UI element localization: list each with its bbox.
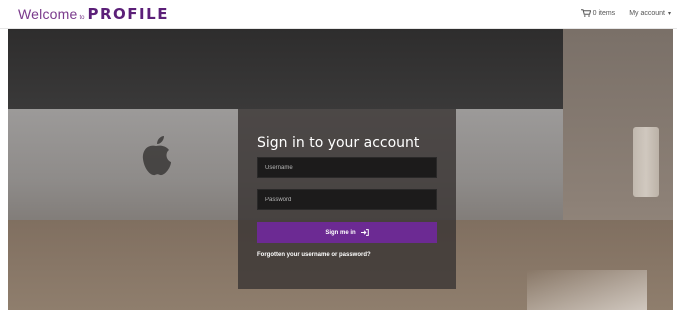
cart-label: 0 items — [592, 9, 616, 17]
monitor-screen-shape — [8, 29, 568, 109]
sign-in-icon — [360, 229, 369, 236]
forgot-credentials-link[interactable]: Forgotten your username or password? — [257, 252, 437, 258]
top-navbar: Welcome to PROFILE 0 items My account ▾ — [0, 0, 677, 29]
brand-name-text: PROFILE — [87, 5, 169, 23]
sign-in-button-label: Sign me in — [325, 229, 356, 236]
right-margin — [673, 29, 677, 310]
left-margin — [0, 29, 8, 310]
signin-title: Sign in to your account — [257, 135, 420, 151]
chevron-down-icon: ▾ — [667, 10, 671, 17]
page: Welcome to PROFILE 0 items My account ▾ — [0, 0, 677, 310]
brand-to-text: to — [79, 15, 85, 21]
paper-shape — [527, 270, 647, 310]
my-account-label: My account — [629, 9, 665, 17]
cart-link[interactable]: 0 items — [580, 9, 616, 17]
my-account-menu[interactable]: My account ▾ — [629, 10, 671, 17]
cup-shape — [633, 127, 659, 197]
username-input[interactable] — [257, 157, 437, 178]
apple-logo-icon — [142, 136, 171, 176]
brand-logo[interactable]: Welcome to PROFILE — [18, 5, 169, 25]
sign-in-button[interactable]: Sign me in — [257, 222, 437, 243]
cart-icon — [580, 9, 591, 17]
nav-right: 0 items My account ▾ — [580, 9, 671, 17]
password-input[interactable] — [257, 189, 437, 210]
brand-welcome-text: Welcome — [18, 6, 78, 22]
signin-panel: Sign in to your account Sign me in Forgo… — [238, 109, 456, 289]
